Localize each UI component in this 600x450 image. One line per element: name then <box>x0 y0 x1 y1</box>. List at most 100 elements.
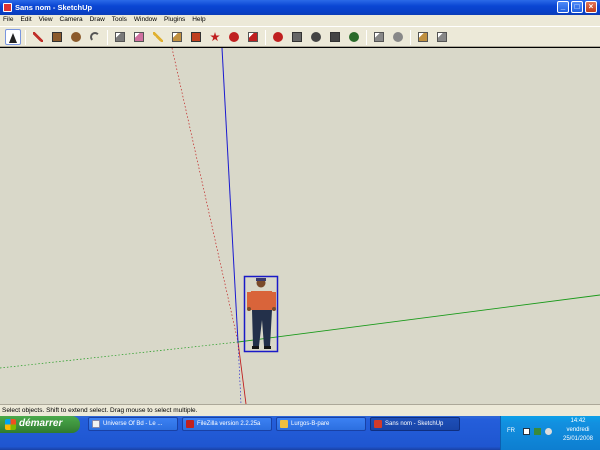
browser-icon <box>92 420 100 428</box>
pencil-tool-button[interactable] <box>30 29 46 45</box>
toolbar-separator <box>25 30 26 45</box>
zoom-extents-tool-button[interactable] <box>327 29 343 45</box>
volume-tray-icon[interactable] <box>545 428 552 435</box>
main-toolbar <box>0 26 600 47</box>
taskbar-item-label: Sans nom - SketchUp <box>385 421 444 427</box>
warehouse-button[interactable] <box>434 29 450 45</box>
window-title: Sans nom - SketchUp <box>15 3 93 12</box>
clock-day: vendredi <box>566 427 590 433</box>
share-component-button[interactable] <box>390 29 406 45</box>
eraser-tool-button[interactable] <box>131 29 147 45</box>
offset-tool-button[interactable] <box>245 29 261 45</box>
figure-right-shoe <box>264 346 271 349</box>
green-axis-dotted <box>0 341 239 369</box>
menu-camera[interactable]: Camera <box>57 15 85 23</box>
zoom-tool-button[interactable] <box>308 29 324 45</box>
share-component-icon <box>393 32 403 42</box>
figure-left-arm <box>247 292 251 308</box>
clock-time[interactable]: 14:42 <box>559 418 597 424</box>
start-button[interactable]: démarrer <box>0 416 80 433</box>
circle-tool-icon <box>71 32 81 42</box>
figure-left-hand <box>247 307 251 311</box>
minimize-button[interactable]: _ <box>557 1 569 13</box>
orbit-tool-button[interactable] <box>270 29 286 45</box>
zoom-extents-tool-icon <box>330 32 340 42</box>
folder-icon <box>280 420 288 428</box>
maximize-button[interactable]: □ <box>571 1 583 13</box>
figure-right-hand <box>272 307 276 311</box>
menu-draw[interactable]: Draw <box>87 15 107 23</box>
figure-right-arm <box>272 292 276 308</box>
arc-tool-button[interactable] <box>87 29 103 45</box>
zoom-tool-icon <box>311 32 321 42</box>
circle-tool-button[interactable] <box>68 29 84 45</box>
tape-measure-tool-button[interactable] <box>150 29 166 45</box>
title-bar[interactable]: Sans nom - SketchUp _ □ × <box>0 0 600 15</box>
orbit-tool-icon <box>273 32 283 42</box>
blue-axis <box>221 48 239 343</box>
filezilla-icon <box>186 420 194 428</box>
eraser-tool-icon <box>134 32 144 42</box>
menu-plugins[interactable]: Plugins <box>161 15 187 23</box>
person-figure[interactable] <box>247 278 276 349</box>
warehouse-icon <box>437 32 447 42</box>
network-tray-icon[interactable] <box>534 428 541 435</box>
taskbar-item-sketchup[interactable]: Sans nom - SketchUp <box>370 417 460 431</box>
tape-measure-tool-icon <box>153 32 163 42</box>
status-bar: Select objects. Shift to extend select. … <box>0 404 600 416</box>
status-text: Select objects. Shift to extend select. … <box>2 407 198 414</box>
get-models-icon <box>349 32 359 42</box>
offset-tool-icon <box>248 32 258 42</box>
close-button[interactable]: × <box>585 1 597 13</box>
make-component-tool-button[interactable] <box>112 29 128 45</box>
rotate-tool-icon <box>229 32 239 42</box>
toolbar-separator <box>410 30 411 45</box>
clock-date: 25/01/2008 <box>562 436 594 442</box>
taskbar-item-label: Lurgos-B-pare <box>291 421 330 427</box>
toolbar-separator <box>366 30 367 45</box>
share-model-icon <box>374 32 384 42</box>
figure-legs <box>252 310 272 346</box>
get-models-button[interactable] <box>346 29 362 45</box>
get-photo-texture-button[interactable] <box>415 29 431 45</box>
push-pull-tool-button[interactable] <box>188 29 204 45</box>
paint-bucket-tool-icon <box>172 32 182 42</box>
rotate-tool-button[interactable] <box>226 29 242 45</box>
arc-tool-icon <box>90 32 100 42</box>
taskbar-item-label: FileZilla version 2.2.25a <box>197 421 261 427</box>
menu-help[interactable]: Help <box>189 15 207 23</box>
pan-tool-icon <box>292 32 302 42</box>
menu-file[interactable]: File <box>0 15 15 23</box>
help-tray-icon[interactable] <box>523 428 530 435</box>
figure-torso <box>250 291 274 310</box>
move-tool-button[interactable] <box>207 29 223 45</box>
green-axis <box>237 294 600 343</box>
drawing-area[interactable] <box>0 48 600 404</box>
taskbar-item-universe[interactable]: Universe Of Bd - Le ... <box>88 417 178 431</box>
taskbar-item-label: Universe Of Bd - Le ... <box>103 421 163 427</box>
pan-tool-button[interactable] <box>289 29 305 45</box>
figure-left-shoe <box>252 346 259 349</box>
rectangle-tool-button[interactable] <box>49 29 65 45</box>
system-tray: FR 14:42 vendredi 25/01/2008 <box>500 416 600 450</box>
menu-edit[interactable]: Edit <box>17 15 33 23</box>
menu-view[interactable]: View <box>36 15 55 23</box>
menu-bar: File Edit View Camera Draw Tools Window … <box>0 15 600 26</box>
sketchup-icon <box>374 420 382 428</box>
select-tool-button[interactable] <box>5 29 21 45</box>
paint-bucket-tool-button[interactable] <box>169 29 185 45</box>
get-photo-texture-icon <box>418 32 428 42</box>
start-label: démarrer <box>19 418 63 429</box>
share-model-button[interactable] <box>371 29 387 45</box>
taskbar: démarrer Universe Of Bd - Le ... FileZil… <box>0 416 600 450</box>
select-tool-icon <box>9 33 17 43</box>
windows-logo-icon <box>5 419 16 430</box>
language-indicator[interactable]: FR <box>507 428 515 434</box>
toolbar-separator <box>265 30 266 45</box>
sketchup-app-icon[interactable] <box>3 3 12 12</box>
taskbar-item-filezilla[interactable]: FileZilla version 2.2.25a <box>182 417 272 431</box>
scene[interactable] <box>0 48 600 404</box>
taskbar-item-folder[interactable]: Lurgos-B-pare <box>276 417 366 431</box>
menu-tools[interactable]: Tools <box>109 15 129 23</box>
menu-window[interactable]: Window <box>131 15 159 23</box>
